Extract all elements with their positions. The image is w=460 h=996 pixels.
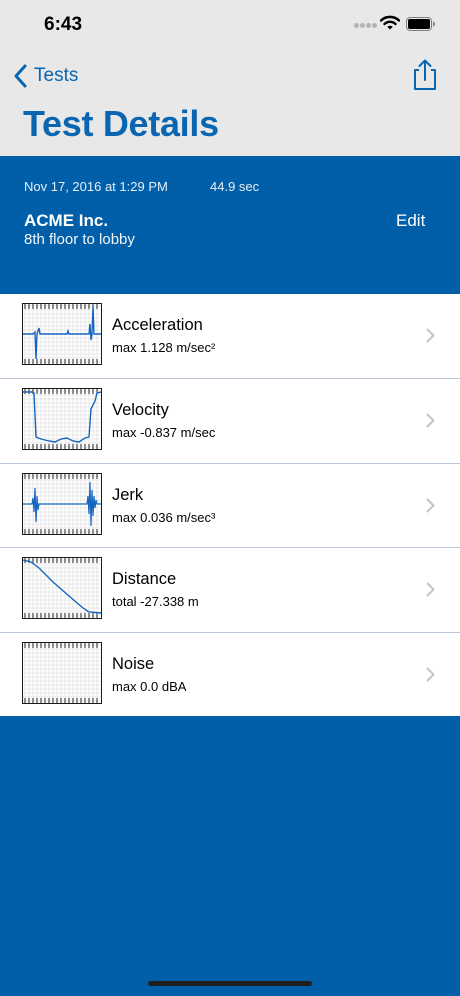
metric-detail: max 0.036 m/sec³ [112, 509, 216, 525]
share-icon[interactable] [410, 58, 440, 92]
test-duration: 44.9 sec [210, 179, 260, 194]
velocity-thumbnail-chart [22, 388, 102, 450]
noise-thumbnail-chart [22, 641, 102, 704]
metric-row-acceleration[interactable]: Acceleration max 1.128 m/sec² [0, 294, 460, 378]
metric-row-jerk[interactable]: Jerk max 0.036 m/sec³ [0, 462, 460, 548]
metric-title: Jerk [112, 485, 144, 504]
chevron-left-icon [14, 64, 27, 88]
metric-title: Velocity [112, 401, 169, 419]
test-summary-header: Nov 17, 2016 at 1:29 PM 44.9 sec ACME In… [0, 156, 460, 294]
metric-detail: max -0.837 m/sec [112, 425, 216, 440]
metric-title: Distance [112, 570, 177, 588]
metric-title: Noise [112, 654, 155, 673]
back-button[interactable]: Tests [12, 60, 78, 92]
navigation-area: 6:43 Tests Test Details [0, 0, 460, 156]
metric-row-velocity[interactable]: Velocity max -0.837 m/sec [0, 378, 460, 463]
metric-detail: max 0.0 dBA [112, 678, 187, 694]
chevron-right-icon [426, 413, 435, 428]
status-bar: 6:43 [0, 0, 460, 50]
metric-row-distance[interactable]: Distance total -27.338 m [0, 547, 460, 632]
chevron-right-icon [426, 582, 435, 597]
cellular-signal-icon [354, 23, 377, 29]
test-route: 8th floor to lobby [24, 231, 135, 248]
wifi-icon [380, 15, 400, 30]
home-indicator [148, 981, 312, 986]
status-time: 6:43 [44, 14, 83, 35]
company-name: ACME Inc. [24, 211, 109, 230]
metrics-list: Acceleration max 1.128 m/sec² Velocity m… [0, 294, 460, 716]
metric-detail: total -27.338 m [112, 594, 199, 609]
chevron-right-icon [426, 667, 435, 681]
metric-title: Acceleration [112, 316, 203, 334]
metric-row-noise[interactable]: Noise max 0.0 dBA [0, 631, 460, 717]
battery-icon [406, 17, 435, 31]
navigation-bar: Tests [0, 54, 460, 98]
edit-button[interactable]: Edit [396, 211, 425, 231]
metric-detail: max 1.128 m/sec² [112, 340, 216, 355]
back-button-label: Tests [34, 65, 79, 86]
chevron-right-icon [426, 498, 435, 512]
chevron-right-icon [426, 328, 435, 343]
distance-thumbnail-chart [22, 557, 102, 619]
acceleration-thumbnail-chart [22, 303, 102, 365]
test-date: Nov 17, 2016 at 1:29 PM [24, 179, 168, 194]
page-title: Test Details [23, 103, 219, 144]
jerk-thumbnail-chart [22, 472, 102, 535]
